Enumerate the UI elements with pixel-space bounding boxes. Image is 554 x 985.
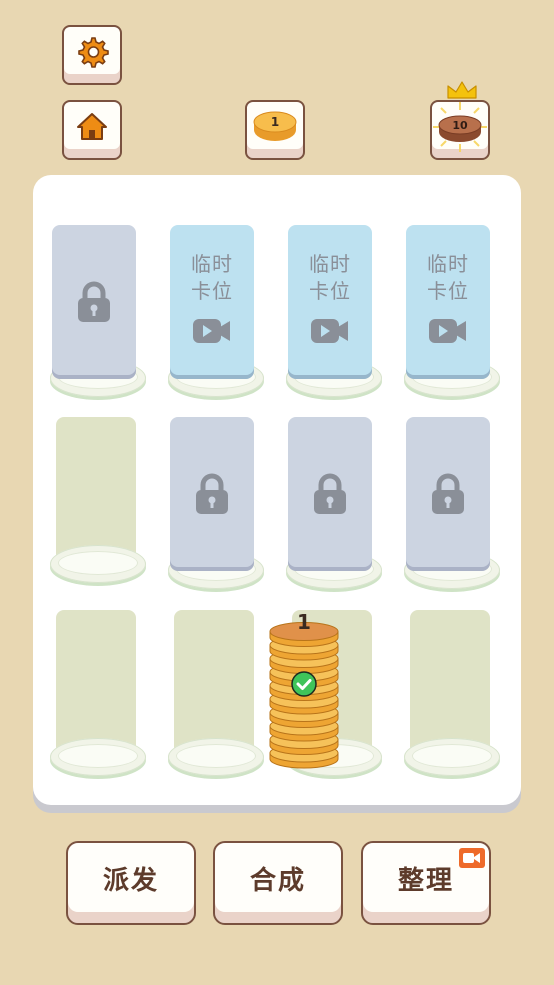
temp-label-line1: 临时 bbox=[309, 252, 351, 276]
slot-temporary[interactable]: 临时 卡位 bbox=[404, 225, 500, 397]
video-icon bbox=[429, 319, 466, 343]
temporary-card: 临时 卡位 bbox=[288, 225, 372, 375]
sort-label: 整理 bbox=[397, 865, 454, 896]
slot-locked[interactable] bbox=[50, 225, 146, 397]
locked-card bbox=[406, 417, 490, 567]
home-icon bbox=[77, 113, 107, 140]
slot-temporary[interactable]: 临时 卡位 bbox=[168, 225, 264, 397]
crown-icon bbox=[447, 81, 477, 99]
temp-label-line2: 卡位 bbox=[309, 279, 351, 303]
temp-label-line2: 卡位 bbox=[427, 279, 469, 303]
check-icon bbox=[291, 671, 317, 697]
slot-locked[interactable] bbox=[286, 417, 382, 589]
video-ad-icon bbox=[459, 848, 485, 868]
slot-empty[interactable] bbox=[50, 610, 146, 780]
coin-icon: 10 bbox=[433, 102, 487, 152]
coin-icon: 1 bbox=[253, 111, 297, 141]
plate bbox=[50, 738, 146, 776]
sort-button[interactable]: 整理 bbox=[361, 841, 491, 925]
temporary-slot-label: 临时 卡位 bbox=[288, 251, 372, 305]
slot-empty[interactable] bbox=[168, 610, 264, 780]
plate bbox=[50, 545, 146, 583]
temp-label-line1: 临时 bbox=[427, 252, 469, 276]
lock-icon bbox=[432, 473, 464, 514]
locked-card bbox=[288, 417, 372, 567]
video-icon bbox=[311, 319, 348, 343]
merge-label: 合成 bbox=[249, 865, 306, 896]
plate bbox=[168, 738, 264, 776]
temp-label-line1: 临时 bbox=[191, 252, 233, 276]
settings-button[interactable] bbox=[62, 25, 122, 85]
slot-empty[interactable] bbox=[50, 417, 146, 587]
coin-stack-value: 1 bbox=[297, 610, 311, 634]
temporary-card: 临时 卡位 bbox=[170, 225, 254, 375]
current-coin-value: 1 bbox=[271, 115, 279, 129]
game-screen: 1 10 临时 卡位 临时 卡位 临时 卡位 1 派发 合成 整理 bbox=[0, 0, 554, 985]
temporary-card: 临时 卡位 bbox=[406, 225, 490, 375]
slot-empty[interactable] bbox=[404, 610, 500, 780]
slot-temporary[interactable]: 临时 卡位 bbox=[286, 225, 382, 397]
locked-card bbox=[52, 225, 136, 375]
temporary-slot-label: 临时 卡位 bbox=[406, 251, 490, 305]
target-coin-indicator: 10 bbox=[430, 100, 490, 160]
home-button[interactable] bbox=[62, 100, 122, 160]
slot-locked[interactable] bbox=[168, 417, 264, 589]
merge-button[interactable]: 合成 bbox=[213, 841, 343, 925]
coin-stack[interactable]: 1 bbox=[268, 609, 340, 774]
lock-icon bbox=[78, 281, 110, 322]
temp-label-line2: 卡位 bbox=[191, 279, 233, 303]
plate bbox=[404, 738, 500, 776]
target-coin-value: 10 bbox=[452, 119, 468, 132]
lock-icon bbox=[196, 473, 228, 514]
deal-label: 派发 bbox=[102, 865, 159, 896]
gear-icon bbox=[78, 37, 109, 68]
lock-icon bbox=[314, 473, 346, 514]
slot-locked[interactable] bbox=[404, 417, 500, 589]
current-coin-indicator: 1 bbox=[245, 100, 305, 160]
video-icon bbox=[193, 319, 230, 343]
deal-button[interactable]: 派发 bbox=[66, 841, 196, 925]
locked-card bbox=[170, 417, 254, 567]
temporary-slot-label: 临时 卡位 bbox=[170, 251, 254, 305]
